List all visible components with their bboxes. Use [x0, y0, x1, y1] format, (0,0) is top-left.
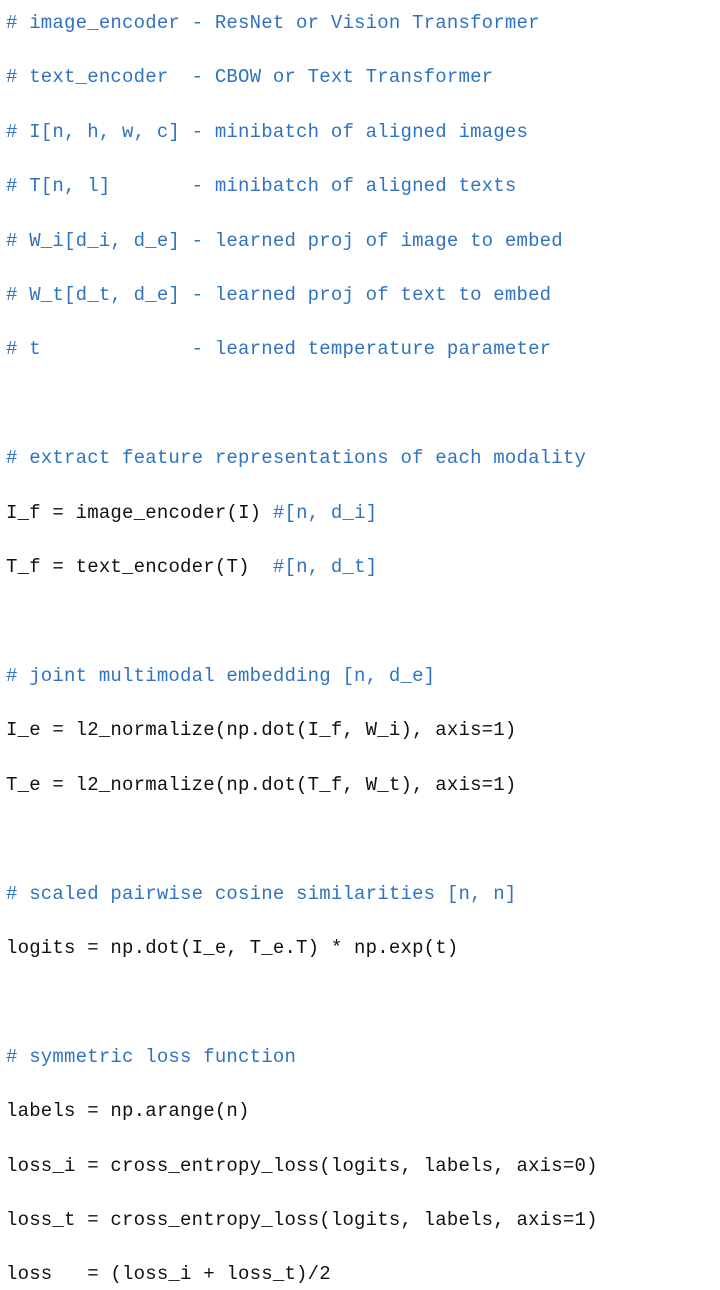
code-line: T_e = l2_normalize(np.dot(T_f, W_t), axi… — [6, 772, 716, 799]
comment-line: # joint multimodal embedding [n, d_e] — [6, 663, 716, 690]
argument: T — [226, 556, 238, 578]
comment-text: # text_encoder - CBOW or Text Transforme… — [6, 66, 493, 88]
blank-line — [6, 391, 716, 418]
comment-line: # image_encoder - ResNet or Vision Trans… — [6, 10, 716, 37]
padding — [250, 556, 273, 578]
code-line: I_e = l2_normalize(np.dot(I_f, W_i), axi… — [6, 717, 716, 744]
code-line: logits = np.dot(I_e, T_e.T) * np.exp(t) — [6, 935, 716, 962]
operator: = — [41, 502, 76, 524]
comment-text: # W_i[d_i, d_e] - learned proj of image … — [6, 230, 563, 252]
comment-line: # extract feature representations of eac… — [6, 445, 716, 472]
comment-line: # symmetric loss function — [6, 1044, 716, 1071]
comment-line: # W_t[d_t, d_e] - learned proj of text t… — [6, 282, 716, 309]
code-line: I_f = image_encoder(I) #[n, d_i] — [6, 500, 716, 527]
comment-text: # t - learned temperature parameter — [6, 338, 551, 360]
comment-line: # I[n, h, w, c] - minibatch of aligned i… — [6, 119, 716, 146]
paren-close: ) — [238, 556, 250, 578]
code-text: logits = np.dot(I_e, T_e.T) * np.exp(t) — [6, 937, 458, 959]
comment-text: # extract feature representations of eac… — [6, 447, 586, 469]
padding — [261, 502, 273, 524]
trailing-comment: #[n, d_t] — [273, 556, 377, 578]
comment-text: # I[n, h, w, c] - minibatch of aligned i… — [6, 121, 528, 143]
comment-line: # text_encoder - CBOW or Text Transforme… — [6, 64, 716, 91]
code-text: labels = np.arange(n) — [6, 1100, 250, 1122]
comment-line: # W_i[d_i, d_e] - learned proj of image … — [6, 228, 716, 255]
code-line: labels = np.arange(n) — [6, 1098, 716, 1125]
code-text: loss = (loss_i + loss_t)/2 — [6, 1263, 331, 1285]
paren-open: ( — [215, 556, 227, 578]
paren-open: ( — [226, 502, 238, 524]
comment-line: # scaled pairwise cosine similarities [n… — [6, 881, 716, 908]
function-call: image_encoder — [76, 502, 227, 524]
blank-line — [6, 989, 716, 1016]
comment-text: # symmetric loss function — [6, 1046, 296, 1068]
code-text: I_e = l2_normalize(np.dot(I_f, W_i), axi… — [6, 719, 516, 741]
comment-text: # W_t[d_t, d_e] - learned proj of text t… — [6, 284, 551, 306]
identifier: I_f — [6, 502, 41, 524]
code-text: loss_t = cross_entropy_loss(logits, labe… — [6, 1209, 598, 1231]
code-text: loss_i = cross_entropy_loss(logits, labe… — [6, 1155, 598, 1177]
pseudocode-block: # image_encoder - ResNet or Vision Trans… — [0, 0, 720, 1290]
code-line: loss_t = cross_entropy_loss(logits, labe… — [6, 1207, 716, 1234]
operator: = — [41, 556, 76, 578]
comment-text: # scaled pairwise cosine similarities [n… — [6, 883, 516, 905]
trailing-comment: #[n, d_i] — [273, 502, 377, 524]
comment-text: # joint multimodal embedding [n, d_e] — [6, 665, 435, 687]
code-line: loss_i = cross_entropy_loss(logits, labe… — [6, 1153, 716, 1180]
blank-line — [6, 608, 716, 635]
comment-text: # T[n, l] - minibatch of aligned texts — [6, 175, 516, 197]
paren-close: ) — [250, 502, 262, 524]
code-line: T_f = text_encoder(T) #[n, d_t] — [6, 554, 716, 581]
identifier: T_f — [6, 556, 41, 578]
blank-line — [6, 826, 716, 853]
comment-line: # t - learned temperature parameter — [6, 336, 716, 363]
comment-text: # image_encoder - ResNet or Vision Trans… — [6, 12, 540, 34]
function-call: text_encoder — [76, 556, 215, 578]
comment-line: # T[n, l] - minibatch of aligned texts — [6, 173, 716, 200]
code-text: T_e = l2_normalize(np.dot(T_f, W_t), axi… — [6, 774, 516, 796]
argument: I — [238, 502, 250, 524]
code-line: loss = (loss_i + loss_t)/2 — [6, 1261, 716, 1288]
